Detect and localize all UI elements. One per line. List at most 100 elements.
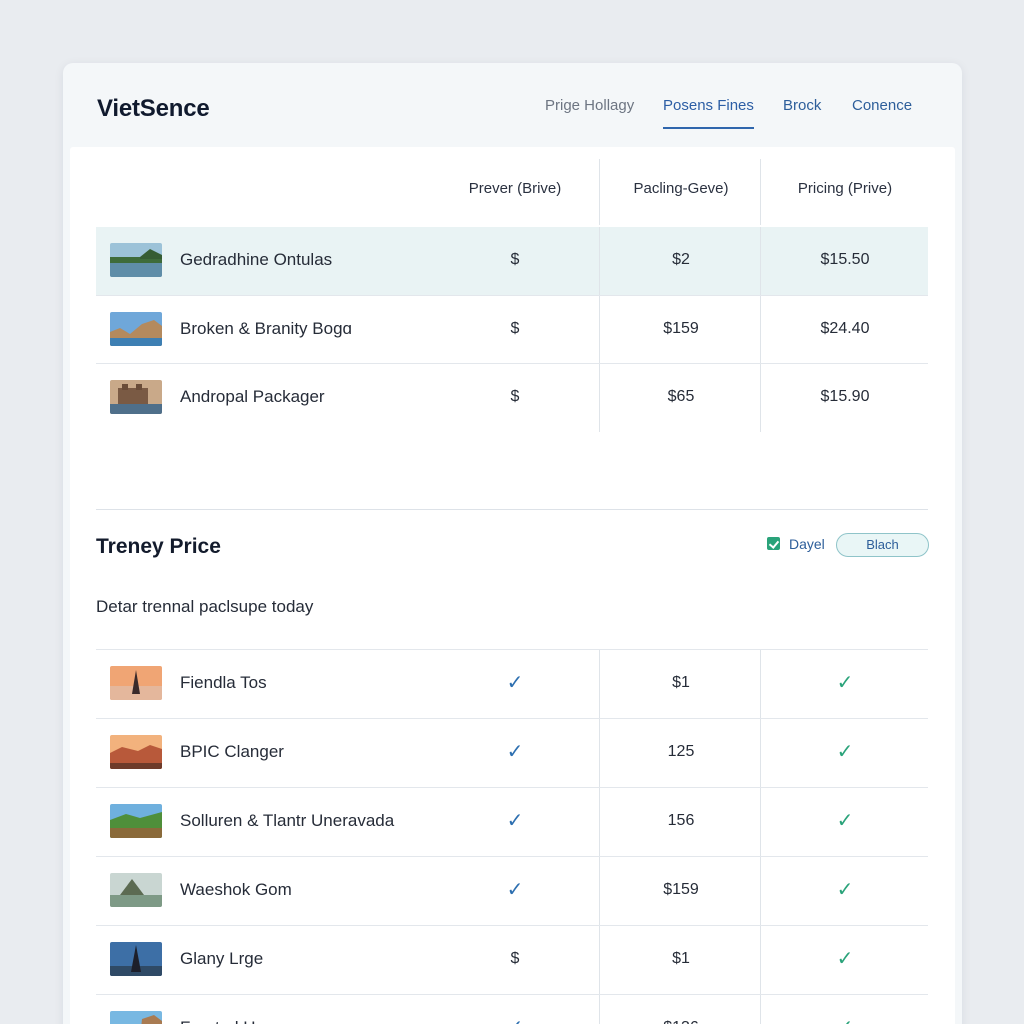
column-divider — [599, 926, 600, 994]
column-divider — [599, 650, 600, 718]
check-cell: ✓ — [762, 857, 928, 925]
column-divider — [760, 650, 761, 718]
column-divider — [760, 227, 761, 295]
section-title: Treney Price — [96, 535, 221, 558]
check-cell: ✓ — [436, 788, 594, 856]
column-divider — [760, 364, 761, 432]
lake-landscape-thumbnail — [110, 243, 162, 277]
row-name[interactable]: Andropal Packager — [180, 364, 325, 430]
row-name[interactable]: Fiendla Tos — [180, 650, 267, 716]
value-cell: $ — [510, 950, 520, 967]
canyon-sunset-thumbnail — [110, 735, 162, 769]
row-name[interactable]: Broken & Branity Boɡɑ — [180, 296, 352, 362]
section-divider — [96, 509, 928, 510]
check-cell: ✓ — [762, 926, 928, 994]
top-bar: VietSence Prige Hollagy Posens Fines Bro… — [63, 63, 962, 147]
column-divider — [599, 788, 600, 856]
row-name[interactable]: Fropted Hemon — [180, 995, 298, 1024]
misty-mountain-thumbnail — [110, 873, 162, 907]
filter-pill-button[interactable]: Blach — [836, 533, 929, 557]
temple-ruins-thumbnail — [110, 380, 162, 414]
check-icon: ✓ — [837, 1017, 854, 1024]
check-cell: ✓ — [762, 719, 928, 787]
table-row[interactable]: Waeshok Gom ✓ $159 ✓ — [96, 856, 928, 925]
row-name[interactable]: Glany Lrge — [180, 926, 263, 992]
column-header-prever[interactable]: Prever (Brive) — [436, 159, 594, 227]
column-divider — [599, 719, 600, 787]
nav-item-posens-fines[interactable]: Posens Fines — [663, 97, 754, 129]
column-divider — [599, 995, 600, 1024]
check-icon: ✓ — [836, 948, 854, 970]
row-name[interactable]: Waeshok Gom — [180, 857, 292, 923]
table-row[interactable]: Broken & Branity Boɡɑ $ $159 $24.40 — [96, 295, 928, 364]
value-cell: $65 — [667, 388, 695, 405]
value-cell: $159 — [663, 881, 699, 898]
value-cell: $2 — [672, 251, 690, 268]
column-divider — [599, 364, 600, 432]
eiffel-tower-thumbnail — [110, 942, 162, 976]
eiffel-sunset-thumbnail — [110, 666, 162, 700]
column-divider — [760, 719, 761, 787]
check-icon: ✓ — [836, 879, 854, 901]
check-cell: ✓ — [436, 995, 594, 1024]
coastal-rocks-thumbnail — [110, 312, 162, 346]
column-header-pacling[interactable]: Pacling-Geve) — [600, 159, 762, 227]
top-nav: Prige Hollagy Posens Fines Brock Conence — [63, 97, 962, 131]
check-icon: ✓ — [836, 672, 854, 694]
table-row[interactable]: Fiendla Tos ✓ $1 ✓ — [96, 649, 928, 718]
column-divider — [760, 995, 761, 1024]
table-row[interactable]: Gedradhine Ontulas $ $2 $15.50 — [96, 227, 928, 295]
value-cell: $ — [510, 388, 520, 405]
beach-cliffs-thumbnail — [110, 1011, 162, 1024]
value-cell: $15.50 — [820, 251, 870, 268]
value-cell: $136 — [600, 995, 762, 1024]
value-cell: $159 — [663, 320, 699, 337]
row-name[interactable]: Solluren & Tlantr Uneravada — [180, 788, 394, 854]
column-divider — [599, 159, 600, 225]
value-cell: $1 — [672, 950, 690, 967]
legend-label: Dayel — [789, 536, 825, 552]
table-row[interactable]: Glany Lrge $ $1 ✓ — [96, 925, 928, 994]
table-header: Prever (Brive) Pacling-Geve) Pricing (Pr… — [96, 159, 928, 227]
check-cell: ✓ — [762, 788, 928, 856]
check-icon: ✓ — [507, 1017, 524, 1024]
check-icon: ✓ — [506, 741, 524, 763]
nav-item-conence[interactable]: Conence — [852, 97, 912, 129]
column-divider — [599, 227, 600, 295]
pricing-card: VietSence Prige Hollagy Posens Fines Bro… — [63, 63, 962, 1024]
table-row[interactable]: BPIC Clanger ✓ 125 ✓ — [96, 718, 928, 787]
content-panel: Prever (Brive) Pacling-Geve) Pricing (Pr… — [70, 147, 955, 1024]
table-row[interactable]: Andropal Packager $ $65 $15.90 — [96, 363, 928, 432]
column-divider — [599, 296, 600, 364]
green-valley-thumbnail — [110, 804, 162, 838]
legend-checkbox[interactable] — [767, 537, 780, 550]
value-cell: $15.90 — [820, 388, 870, 405]
table-row[interactable]: Fropted Hemon ✓ $136 ✓ — [96, 994, 928, 1024]
value-cell: $ — [510, 251, 520, 268]
column-divider — [599, 857, 600, 925]
check-cell: ✓ — [436, 719, 594, 787]
column-header-pricing[interactable]: Pricing (Prive) — [762, 159, 928, 227]
section-subtitle: Detar trennal paclsupe today — [96, 597, 314, 616]
nav-item-brock[interactable]: Brock — [783, 97, 821, 129]
check-icon: ✓ — [506, 810, 524, 832]
check-cell: ✓ — [436, 650, 594, 718]
check-cell: ✓ — [762, 995, 928, 1024]
value-cell: 156 — [667, 812, 695, 829]
column-divider — [760, 296, 761, 364]
check-cell: ✓ — [436, 857, 594, 925]
value-cell: $24.40 — [820, 320, 870, 337]
value-cell: $ — [510, 320, 520, 337]
value-cell: $1 — [672, 674, 690, 691]
nav-item-prige-hollagy[interactable]: Prige Hollagy — [545, 97, 634, 129]
check-icon: ✓ — [506, 879, 524, 901]
row-name[interactable]: BPIC Clanger — [180, 719, 284, 785]
column-divider — [760, 159, 761, 225]
column-divider — [760, 857, 761, 925]
table-row[interactable]: Solluren & Tlantr Uneravada ✓ 156 ✓ — [96, 787, 928, 856]
row-name[interactable]: Gedradhine Ontulas — [180, 227, 332, 293]
check-cell: ✓ — [762, 650, 928, 718]
value-cell: 125 — [667, 743, 695, 760]
check-icon: ✓ — [836, 810, 854, 832]
column-divider — [760, 788, 761, 856]
